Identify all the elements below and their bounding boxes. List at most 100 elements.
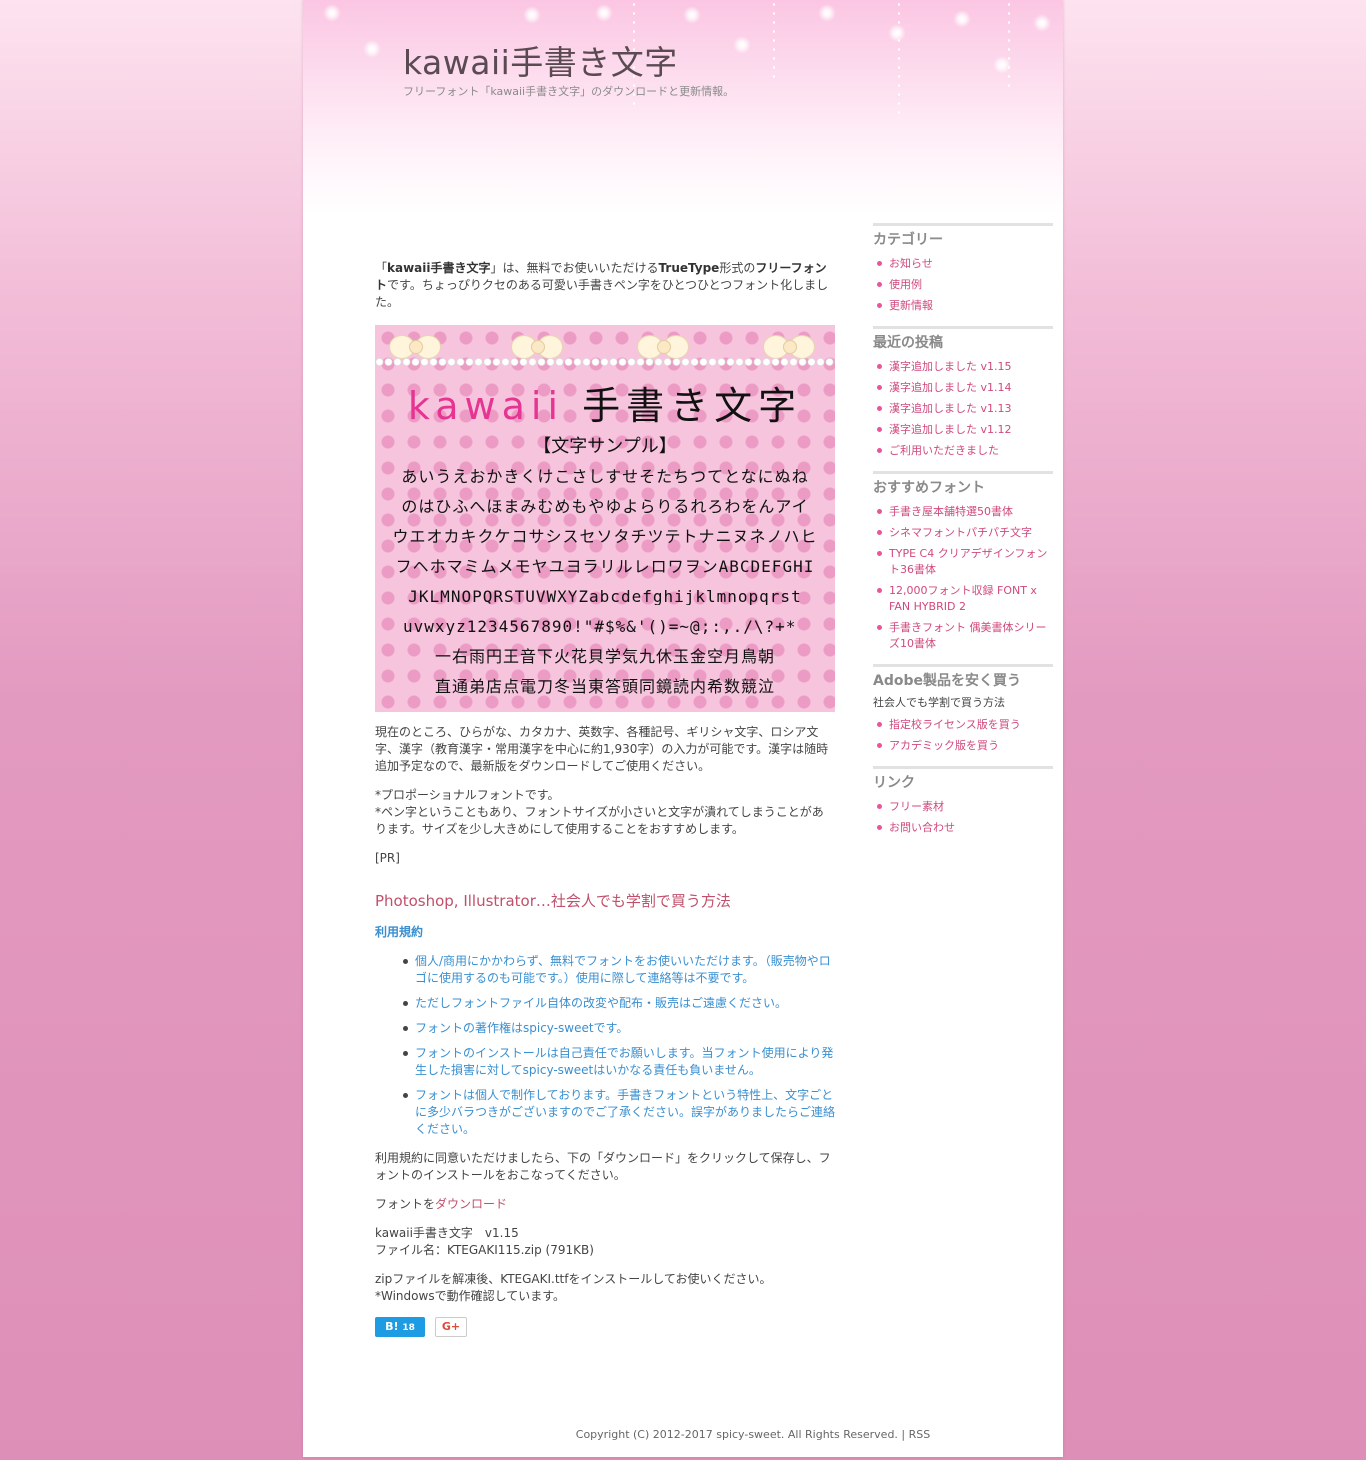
sidebar-link[interactable]: お知らせ	[877, 256, 1053, 272]
sparkle-decoration	[1008, 0, 1010, 90]
sidebar-link[interactable]: アカデミック版を買う	[877, 738, 1053, 754]
file-info: kawaii手書き文字 v1.15 ファイル名：KTEGAKI115.zip (7…	[375, 1225, 835, 1259]
sparkle-decoration	[1033, 14, 1051, 32]
terms-item: フォントのインストールは自己責任でお願いします。当フォント使用により発生した損害…	[403, 1046, 834, 1077]
terms-item: フォントの著作権はspicy-sweetです。	[403, 1020, 835, 1037]
sample-line: JKLMNOPQRSTUVWXYZabcdefghijklmnopqrst	[408, 588, 802, 605]
sidebar-link[interactable]: シネマフォントパチパチ文字	[877, 525, 1053, 541]
sparkle-decoration	[323, 4, 341, 22]
sparkle-decoration	[953, 10, 971, 28]
sparkle-decoration	[888, 24, 906, 42]
sidebar-link[interactable]: お問い合わせ	[877, 820, 1053, 836]
sparkle-decoration	[683, 6, 701, 24]
site-footer: Copyright (C) 2012-2017 spicy-sweet. All…	[373, 1428, 1133, 1441]
widget-adobe: Adobe製品を安く買う 社会人でも学割で買う方法 指定校ライセンス版を買う ア…	[873, 664, 1053, 754]
sample-line: uvwxyz1234567890!"#$%&'()=~@;:,./\?+*_	[402, 618, 808, 635]
sidebar-link[interactable]: 12,000フォント収録 FONT x FAN HYBRID 2	[877, 583, 1053, 615]
sample-subtitle: 【文字サンプル】	[533, 436, 677, 457]
main-content: 「kawaii手書き文字」は、無料でお使いいただけるTrueType形式のフリー…	[375, 260, 835, 1339]
widget-title: リンク	[873, 775, 915, 791]
sidebar-link[interactable]: TYPE C4 クリアデザインフォント36書体	[877, 546, 1053, 578]
sample-line: のはひふへほまみむめもやゆよらりるれろわをんアイ	[401, 498, 809, 515]
install-info: zipファイルを解凍後、KTEGAKI.ttfをインストールしてお使いください。…	[375, 1271, 835, 1305]
hatena-count: 18	[402, 1323, 415, 1333]
download-link[interactable]: ダウンロード	[435, 1197, 507, 1211]
sample-title-kanji: 手書き文字	[582, 384, 803, 428]
sidebar-link[interactable]: 漢字追加しました v1.13	[877, 401, 1053, 417]
rss-link[interactable]: RSS	[909, 1428, 931, 1441]
terms-item: フォントは個人で制作しております。手書きフォントという特性上、文字ごとに多少バラ…	[403, 1088, 836, 1136]
terms-item: ただしフォントファイル自体の改変や配布・販売はご遠慮ください。	[403, 995, 835, 1012]
notes-paragraph: *プロポーショナルフォントです。 *ペン字ということもあり、フォントサイズが小さい…	[375, 787, 835, 838]
pearl-string-decoration	[375, 355, 835, 369]
font-sample-image: kawaii 手書き文字 【文字サンプル】 あいうえおかきくけこさしすせそたちつ…	[375, 325, 835, 712]
google-plus-button[interactable]: G+	[435, 1317, 467, 1337]
ad-heading-link[interactable]: Photoshop, Illustrator…社会人でも学割で買う方法	[375, 893, 835, 910]
sample-line: あいうえおかきくけこさしすせそたちつてとなにぬね	[401, 468, 809, 485]
site-description: フリーフォント「kawaii手書き文字」のダウンロードと更新情報。	[403, 85, 735, 98]
sample-title: kawaii 手書き文字	[375, 381, 835, 431]
widget-title: カテゴリー	[873, 232, 943, 248]
agree-paragraph: 利用規約に同意いただけましたら、下の「ダウンロード」をクリックして保存し、フォン…	[375, 1151, 831, 1182]
coverage-paragraph: 現在のところ、ひらがな、カタカナ、英数字、各種記号、ギリシャ文字、ロシア文字、漢…	[375, 725, 829, 773]
sparkle-decoration	[363, 40, 381, 58]
sidebar-link[interactable]: 漢字追加しました v1.14	[877, 380, 1053, 396]
google-plus-icon: G+	[441, 1320, 461, 1333]
sparkle-decoration	[773, 0, 775, 80]
widget-recent-posts: 最近の投稿 漢字追加しました v1.15 漢字追加しました v1.14 漢字追加…	[873, 326, 1053, 459]
sample-line: フヘホマミムメモヤユヨラリルレロワヲンABCDEFGHI	[395, 558, 815, 575]
pr-label: [PR]	[375, 851, 400, 865]
terms-list: 個人/商用にかかわらず、無料でフォントをお使いいただけます。（販売物やロゴに使用…	[375, 953, 835, 1138]
social-buttons: B! 18 G+	[375, 1317, 835, 1339]
sidebar-link[interactable]: 漢字追加しました v1.12	[877, 422, 1053, 438]
sparkle-decoration	[523, 6, 541, 24]
note-text: *ペン字ということもあり、フォントサイズが小さいと文字が潰れてしまうことがありま…	[375, 805, 824, 836]
sample-title-latin: kawaii	[407, 384, 564, 428]
sidebar-link[interactable]: 手書き屋本舗特選50書体	[877, 504, 1053, 520]
download-paragraph: フォントをダウンロード	[375, 1196, 835, 1213]
widget-title: Adobe製品を安く買う	[873, 673, 1021, 689]
intro-text: 「	[375, 261, 388, 275]
version-text: kawaii手書き文字 v1.15	[375, 1226, 519, 1240]
site-title[interactable]: kawaii手書き文字	[403, 36, 678, 84]
sidebar: カテゴリー お知らせ 使用例 更新情報 最近の投稿 漢字追加しました v1.15…	[873, 223, 1053, 848]
site-header: kawaii手書き文字 フリーフォント「kawaii手書き文字」のダウンロードと…	[303, 0, 1063, 215]
sample-line: 直通弟店点電刀冬当東答頭同鏡読内希数競泣	[434, 678, 775, 695]
sidebar-link[interactable]: 更新情報	[877, 298, 1053, 314]
sparkle-decoration	[818, 4, 836, 22]
sidebar-link[interactable]: フリー素材	[877, 799, 1053, 815]
sidebar-link[interactable]: 使用例	[877, 277, 1053, 293]
sample-line: 一右雨円王音下火花貝学気九休玉金空月鳥朝	[434, 648, 775, 665]
page-container: kawaii手書き文字 フリーフォント「kawaii手書き文字」のダウンロードと…	[303, 0, 1063, 1457]
install-text: zipファイルを解凍後、KTEGAKI.ttfをインストールしてお使いください。	[375, 1272, 772, 1286]
sparkle-decoration	[898, 0, 900, 120]
intro-text: 」は、無料でお使いいただける	[490, 261, 659, 275]
sidebar-link[interactable]: 漢字追加しました v1.15	[877, 359, 1053, 375]
sidebar-link[interactable]: 指定校ライセンス版を買う	[877, 717, 1053, 733]
widget-categories: カテゴリー お知らせ 使用例 更新情報	[873, 223, 1053, 314]
sidebar-link[interactable]: ご利用いただきました	[877, 443, 1053, 459]
widget-title: おすすめフォント	[873, 480, 985, 496]
intro-text-bold: kawaii手書き文字	[387, 261, 491, 275]
terms-item: 個人/商用にかかわらず、無料でフォントをお使いいただけます。（販売物やロゴに使用…	[403, 953, 835, 987]
install-text: *Windowsで動作確認しています。	[375, 1289, 566, 1303]
intro-text: です。ちょっぴりクセのある可愛い手書きペン字をひとつひとつフォント化しました。	[375, 278, 829, 309]
widget-recommended-fonts: おすすめフォント 手書き屋本舗特選50書体 シネマフォントパチパチ文字 TYPE…	[873, 471, 1053, 652]
sparkle-decoration	[733, 36, 751, 54]
download-prefix: フォントを	[375, 1197, 436, 1211]
terms-heading: 利用規約	[375, 925, 424, 939]
sample-line: ウエオカキクケコサシスセソタチツテトナニヌネノハヒ	[392, 528, 818, 545]
widget-title: 最近の投稿	[873, 335, 943, 351]
note-text: *プロポーショナルフォントです。	[375, 788, 560, 802]
sparkle-decoration	[595, 4, 613, 22]
filename-text: ファイル名：KTEGAKI115.zip (791KB)	[375, 1243, 594, 1257]
sparkle-decoration	[993, 56, 1011, 74]
intro-paragraph: 「kawaii手書き文字」は、無料でお使いいただけるTrueType形式のフリー…	[375, 260, 835, 311]
widget-note: 社会人でも学割で買う方法	[873, 696, 1005, 709]
hatena-bookmark-button[interactable]: B! 18	[375, 1317, 425, 1337]
intro-text: 形式の	[719, 261, 756, 275]
copyright-text: Copyright (C) 2012-2017 spicy-sweet. All…	[575, 1428, 909, 1441]
hatena-icon: B!	[385, 1320, 399, 1333]
intro-text-bold: TrueType	[658, 261, 720, 275]
sidebar-link[interactable]: 手書きフォント 偶美書体シリーズ10書体	[877, 620, 1053, 652]
